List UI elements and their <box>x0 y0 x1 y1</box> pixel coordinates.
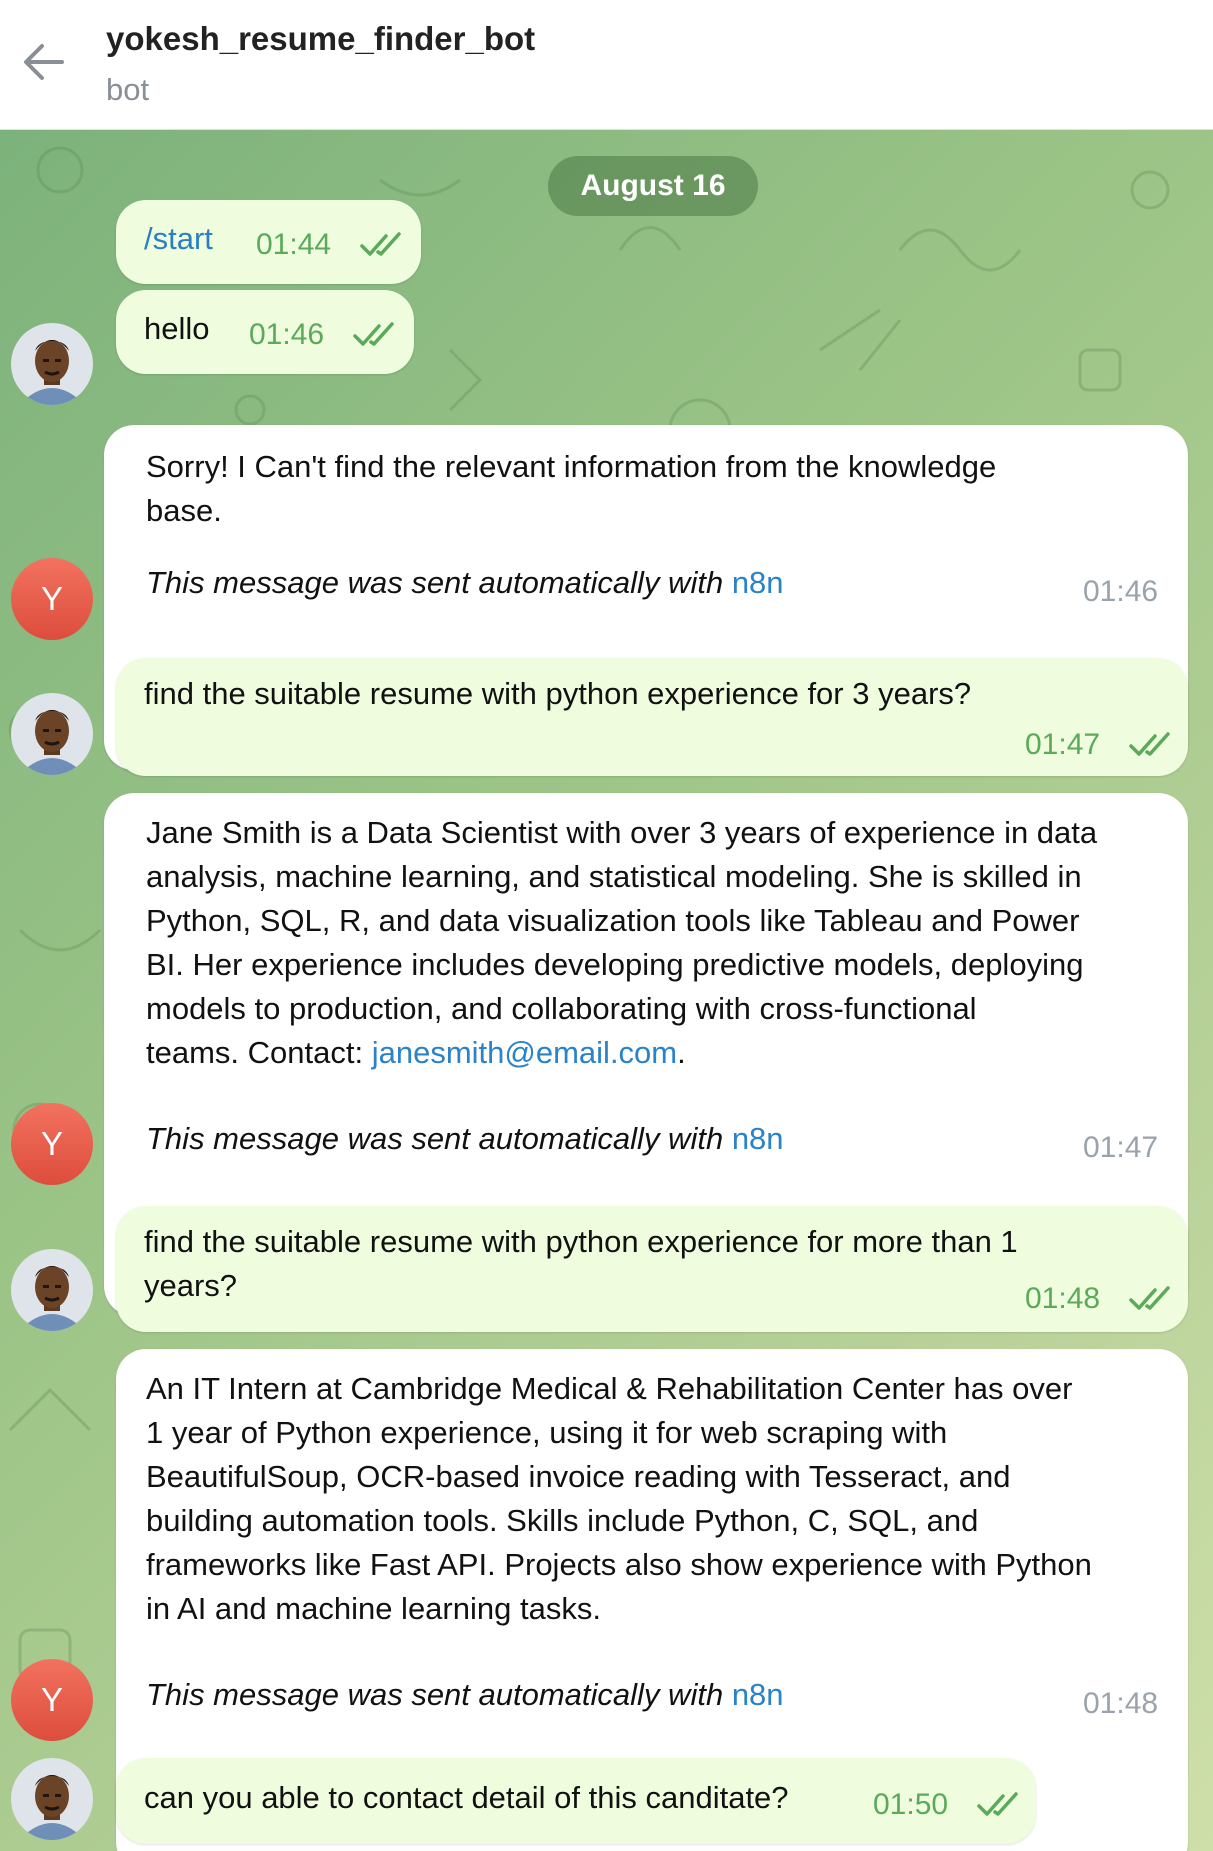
message-time: 01:47 <box>1025 728 1101 761</box>
chat-subtitle: bot <box>106 72 150 107</box>
message-text-line: frameworks like Fast API. Projects also … <box>146 1547 1092 1582</box>
chat-header: yokesh_resume_finder_bot bot <box>0 0 1213 130</box>
read-double-check-icon <box>360 232 401 256</box>
outgoing-message[interactable]: hello 01:46 <box>116 290 414 374</box>
auto-message-note: This message was sent automatically with… <box>146 1677 784 1713</box>
message-text-line: building automation tools. Skills includ… <box>146 1503 979 1538</box>
message-text-line: Python, SQL, R, and data visualization t… <box>146 903 1080 938</box>
auto-note-text: This message was sent automatically with <box>146 565 724 600</box>
contact-suffix: . <box>677 1035 686 1070</box>
message-text-line: BeautifulSoup, OCR-based invoice reading… <box>146 1459 1011 1494</box>
read-double-check-icon <box>1129 732 1170 756</box>
message-text-line: years? <box>144 1268 238 1303</box>
message-text-line: An IT Intern at Cambridge Medical & Reha… <box>146 1371 1073 1406</box>
bot-avatar[interactable]: Y <box>11 1659 93 1741</box>
outgoing-message[interactable]: /start 01:44 <box>116 200 421 284</box>
message-list[interactable]: August 16 /start 01:44 hello 01:46 Y Sor… <box>0 130 1213 1851</box>
user-avatar[interactable] <box>11 693 93 775</box>
message-text: hello <box>144 311 210 346</box>
message-time: 01:44 <box>256 228 332 261</box>
command-link[interactable]: /start <box>144 217 213 261</box>
bot-avatar[interactable]: Y <box>11 558 93 640</box>
message-text-line: 1 year of Python experience, using it fo… <box>146 1415 948 1450</box>
message-text: can you able to contact detail of this c… <box>144 1780 789 1815</box>
read-double-check-icon <box>1129 1286 1170 1310</box>
chat-title[interactable]: yokesh_resume_finder_bot <box>106 20 535 58</box>
message-text-line: teams. Contact: janesmith@email.com. <box>146 1031 686 1075</box>
auto-message-note: This message was sent automatically with… <box>146 565 784 601</box>
bot-avatar[interactable]: Y <box>11 1103 93 1185</box>
read-double-check-icon <box>353 322 394 346</box>
user-avatar[interactable] <box>11 323 93 405</box>
message-text-line: Jane Smith is a Data Scientist with over… <box>146 815 1098 850</box>
message-text-line: analysis, machine learning, and statisti… <box>146 859 1082 894</box>
message-text: find the suitable resume with python exp… <box>144 676 972 711</box>
message-time: 01:46 <box>249 318 325 351</box>
email-link[interactable]: janesmith@email.com <box>372 1035 677 1070</box>
n8n-link[interactable]: n8n <box>732 1677 784 1712</box>
message-text-line: BI. Her experience includes developing p… <box>146 947 1084 982</box>
auto-note-text: This message was sent automatically with <box>146 1121 724 1156</box>
auto-note-text: This message was sent automatically with <box>146 1677 724 1712</box>
back-arrow-icon[interactable] <box>22 40 66 84</box>
message-time: 01:48 <box>1083 1687 1159 1720</box>
message-text-line: in AI and machine learning tasks. <box>146 1591 601 1626</box>
message-text-line: base. <box>146 493 222 528</box>
message-time: 01:47 <box>1083 1131 1159 1164</box>
outgoing-message[interactable]: find the suitable resume with python exp… <box>116 1206 1188 1332</box>
message-text-line: Sorry! I Can't find the relevant informa… <box>146 449 997 484</box>
n8n-link[interactable]: n8n <box>732 1121 784 1156</box>
outgoing-message[interactable]: can you able to contact detail of this c… <box>116 1758 1036 1844</box>
user-avatar[interactable] <box>11 1249 93 1331</box>
message-text-line: find the suitable resume with python exp… <box>144 1224 1018 1259</box>
user-avatar[interactable] <box>11 1758 93 1840</box>
message-time: 01:48 <box>1025 1282 1101 1315</box>
message-time: 01:46 <box>1083 575 1159 608</box>
message-text-line: models to production, and collaborating … <box>146 991 977 1026</box>
n8n-link[interactable]: n8n <box>732 565 784 600</box>
read-double-check-icon <box>977 1792 1018 1816</box>
auto-message-note: This message was sent automatically with… <box>146 1121 784 1157</box>
date-separator: August 16 <box>548 156 758 216</box>
contact-prefix: teams. Contact: <box>146 1035 372 1070</box>
message-time: 01:50 <box>873 1788 949 1821</box>
outgoing-message[interactable]: find the suitable resume with python exp… <box>116 658 1188 776</box>
